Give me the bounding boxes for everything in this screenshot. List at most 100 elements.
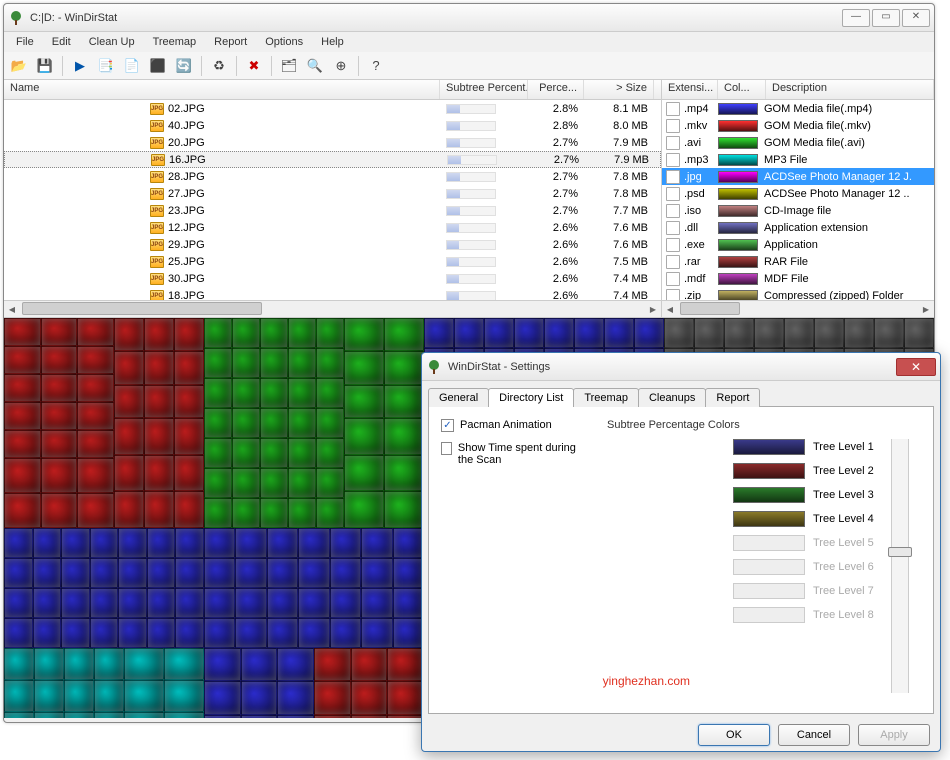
treemap-block[interactable] [260,378,288,408]
tree-color-swatch[interactable] [733,511,805,527]
treemap-block[interactable] [298,528,329,558]
treemap-block[interactable] [844,318,874,348]
treemap-block[interactable] [204,681,241,714]
treemap-block[interactable] [4,712,34,718]
slider-thumb[interactable] [888,547,912,557]
treemap-block[interactable] [260,408,288,438]
treemap-block[interactable] [4,588,33,618]
treemap-block[interactable] [144,318,174,351]
treemap-block[interactable] [144,385,174,418]
treemap-block[interactable] [94,648,124,680]
treemap-block[interactable] [147,588,176,618]
treemap-block[interactable] [90,588,119,618]
showtime-checkbox[interactable] [441,442,452,455]
treemap-block[interactable] [232,438,260,468]
treemap-block[interactable] [235,528,266,558]
treemap-block[interactable] [77,430,114,458]
treemap-block[interactable] [174,385,204,418]
level-slider[interactable] [891,439,909,693]
treemap-block[interactable] [144,491,174,528]
treemap-block[interactable] [124,712,164,718]
settings-close-button[interactable]: ✕ [896,358,936,376]
treemap-block[interactable] [241,715,278,718]
treemap-block[interactable] [204,618,235,648]
treemap-block[interactable] [288,468,316,498]
extension-row[interactable]: .mdfMDF File [662,270,934,287]
menu-edit[interactable]: Edit [44,34,79,50]
extension-row[interactable]: .psdACDSee Photo Manager 12 .. [662,185,934,202]
treemap-block[interactable] [41,346,78,374]
treemap-block[interactable] [235,618,266,648]
tab-cleanups[interactable]: Cleanups [638,388,706,407]
treemap-block[interactable] [77,402,114,430]
treemap-block[interactable] [384,318,424,351]
treemap-block[interactable] [94,680,124,712]
treemap-block[interactable] [330,528,361,558]
treemap-block[interactable] [874,318,904,348]
save-button[interactable]: 💾 [34,55,56,77]
treemap-block[interactable] [64,680,94,712]
treemap-block[interactable] [174,491,204,528]
treemap-block[interactable] [634,318,664,348]
treemap-block[interactable] [316,468,344,498]
menu-help[interactable]: Help [313,34,352,50]
treemap-block[interactable] [241,681,278,714]
treemap-block[interactable] [288,318,316,348]
treemap-block[interactable] [77,318,114,346]
col-extension[interactable]: Extensi... [662,80,718,99]
file-row[interactable]: JPG25.JPG2.6%7.5 MB [4,253,661,270]
file-row[interactable]: JPG27.JPG2.7%7.8 MB [4,185,661,202]
treemap-block[interactable] [77,458,114,493]
treemap-block[interactable] [204,438,232,468]
console-button[interactable]: ⬛ [147,55,169,77]
treemap-block[interactable] [4,558,33,588]
treemap-block[interactable] [384,455,424,492]
scroll-left-icon[interactable]: ◀ [4,302,20,317]
treemap-block[interactable] [298,618,329,648]
file-row[interactable]: JPG28.JPG2.7%7.8 MB [4,168,661,185]
maximize-button[interactable]: ▭ [872,9,900,27]
menu-options[interactable]: Options [257,34,311,50]
treemap-block[interactable] [361,588,392,618]
treemap-block[interactable] [344,455,384,492]
pacman-checkbox[interactable]: ✓ [441,419,454,432]
treemap-block[interactable] [204,715,241,718]
treemap-block[interactable] [361,558,392,588]
treemap-block[interactable] [41,374,78,402]
treemap-block[interactable] [424,318,454,348]
play-button[interactable]: ▶ [69,55,91,77]
col-color[interactable]: Col... [718,80,766,99]
treemap-block[interactable] [393,588,424,618]
treemap-block[interactable] [260,498,288,528]
treemap-block[interactable] [204,588,235,618]
treemap-block[interactable] [277,681,314,714]
ext-hscroll[interactable]: ◀ ▶ [662,300,934,317]
treemap-block[interactable] [316,408,344,438]
file-row[interactable]: JPG30.JPG2.6%7.4 MB [4,270,661,287]
treemap-block[interactable] [384,418,424,455]
treemap-block[interactable] [288,378,316,408]
treemap-block[interactable] [298,588,329,618]
treemap-block[interactable] [351,681,388,714]
copy-all-button[interactable]: 📑 [95,55,117,77]
treemap-block[interactable] [316,498,344,528]
treemap-block[interactable] [393,618,424,648]
treemap-block[interactable] [235,558,266,588]
treemap-block[interactable] [114,455,144,492]
treemap-block[interactable] [77,374,114,402]
treemap-block[interactable] [4,680,34,712]
treemap-block[interactable] [267,588,298,618]
tab-general[interactable]: General [428,388,489,407]
treemap-block[interactable] [61,618,90,648]
treemap-block[interactable] [288,348,316,378]
treemap-block[interactable] [204,348,232,378]
treemap-block[interactable] [288,408,316,438]
treemap-block[interactable] [514,318,544,348]
treemap-block[interactable] [204,378,232,408]
treemap-block[interactable] [314,715,351,718]
treemap-block[interactable] [4,430,41,458]
treemap-block[interactable] [64,648,94,680]
treemap-block[interactable] [330,558,361,588]
treemap-block[interactable] [904,318,934,348]
scroll-thumb[interactable] [22,302,262,315]
